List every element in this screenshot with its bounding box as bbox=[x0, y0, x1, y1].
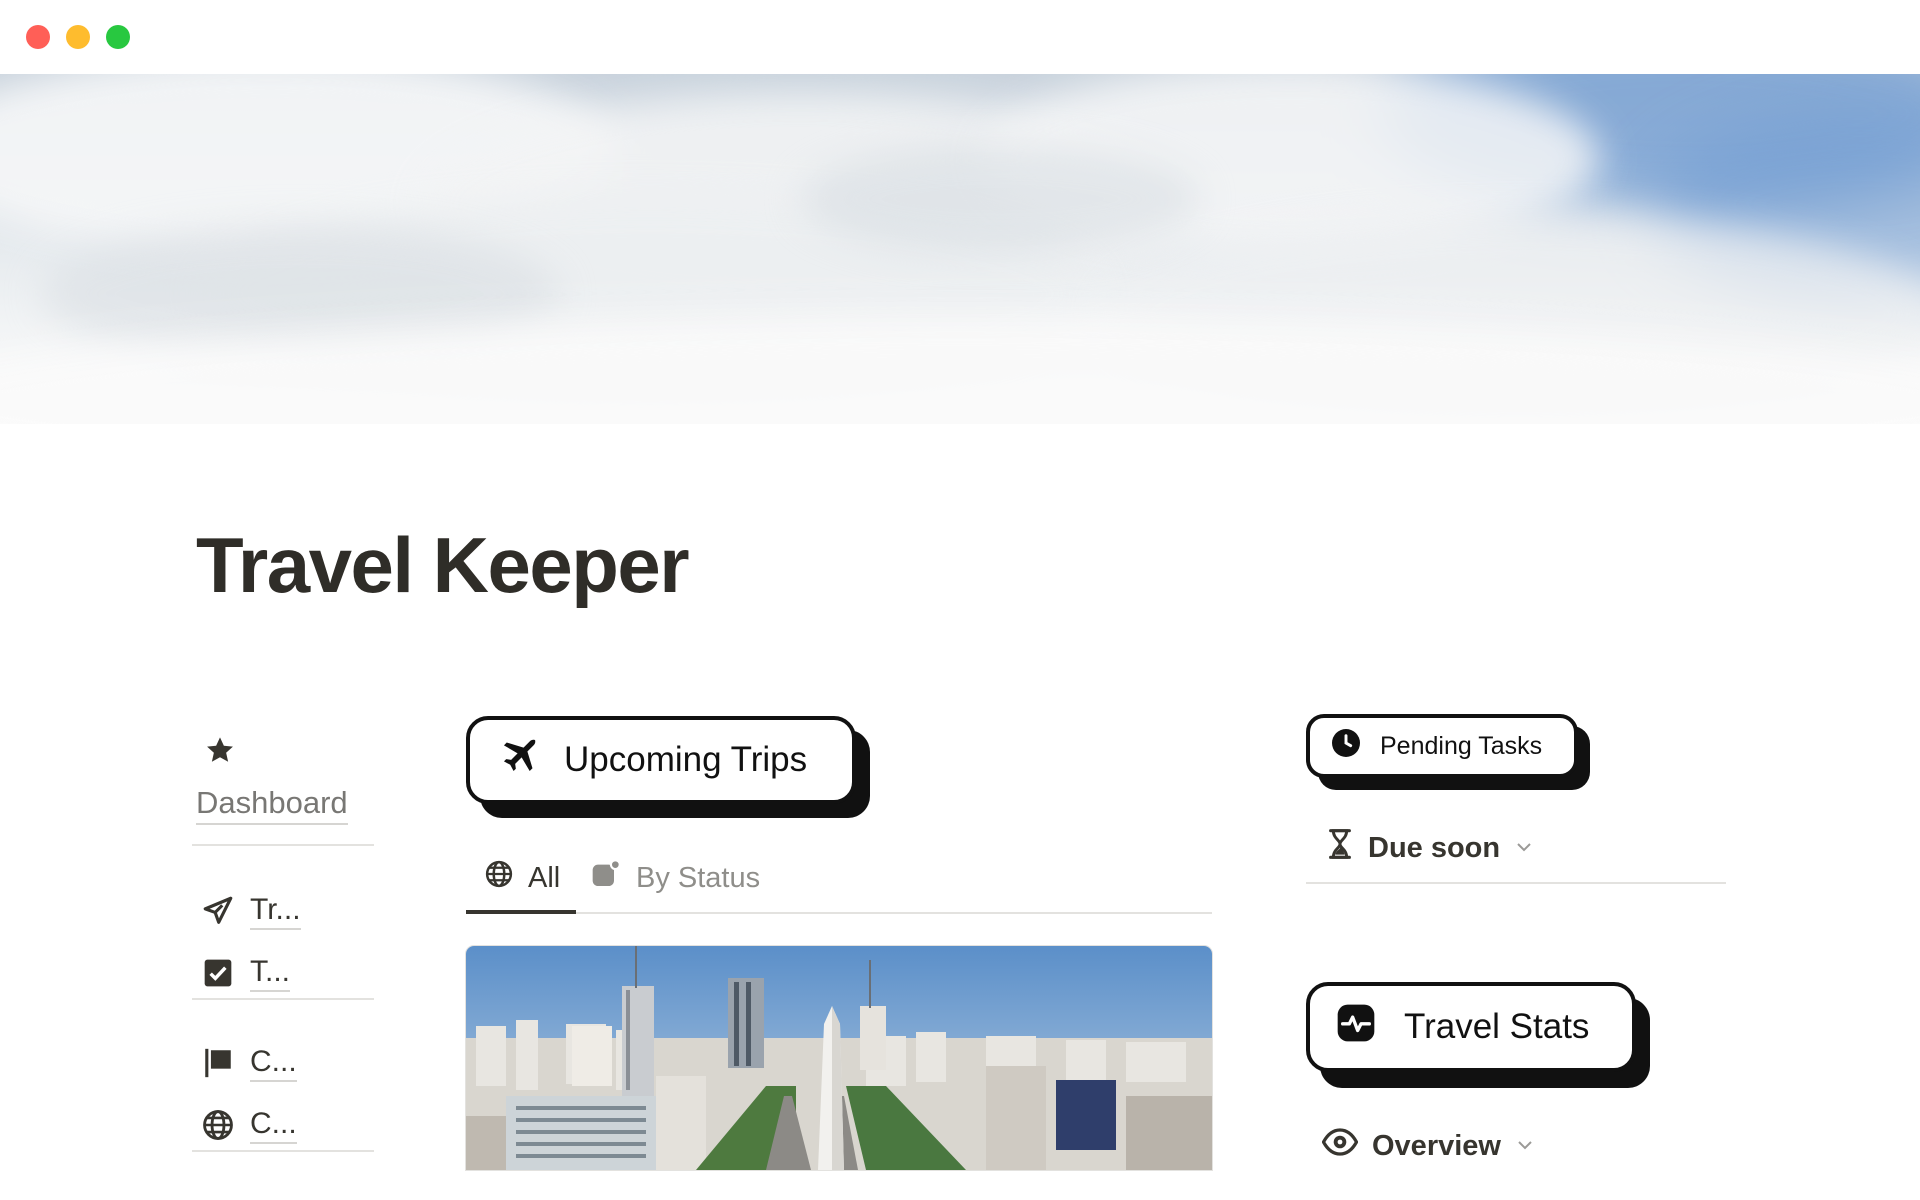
checkbox-icon bbox=[200, 955, 236, 991]
view-label: Overview bbox=[1372, 1129, 1501, 1162]
sidebar-item-c1[interactable]: C... bbox=[200, 1043, 297, 1083]
chevron-down-icon bbox=[1515, 1130, 1535, 1163]
airplane-icon bbox=[498, 735, 540, 786]
tab-by-status[interactable]: By Status bbox=[590, 842, 760, 914]
paper-plane-icon bbox=[200, 893, 236, 929]
pending-tasks-button[interactable]: Pending Tasks bbox=[1306, 714, 1578, 778]
travel-stats-button[interactable]: Travel Stats bbox=[1306, 982, 1636, 1072]
trip-card-image[interactable] bbox=[466, 946, 1212, 1170]
sidebar-item-label: T... bbox=[250, 954, 291, 992]
upcoming-trips-title: Upcoming Trips bbox=[564, 740, 808, 779]
tab-label: All bbox=[528, 861, 561, 894]
hourglass-icon bbox=[1326, 828, 1354, 868]
view-label: Due soon bbox=[1368, 831, 1501, 864]
cover-image bbox=[0, 74, 1920, 424]
upcoming-trips-button[interactable]: Upcoming Trips bbox=[466, 716, 856, 804]
tab-label: By Status bbox=[636, 861, 761, 894]
window-titlebar bbox=[0, 0, 1920, 74]
star-icon bbox=[204, 734, 236, 771]
flag-icon bbox=[200, 1045, 236, 1081]
sidebar-item-label: Tr... bbox=[250, 892, 301, 930]
status-icon bbox=[590, 858, 622, 898]
activity-icon bbox=[1336, 1003, 1376, 1052]
view-tabs: All By Status bbox=[466, 842, 1212, 914]
divider bbox=[1306, 882, 1726, 884]
globe-icon bbox=[484, 859, 514, 897]
page-title: Travel Keeper bbox=[196, 521, 690, 609]
eye-icon bbox=[1321, 1127, 1359, 1165]
travel-stats-title: Travel Stats bbox=[1404, 1007, 1590, 1046]
minimize-window-button[interactable] bbox=[66, 25, 90, 49]
sidebar-item-label: C... bbox=[250, 1106, 297, 1144]
travel-stats-header: Travel Stats bbox=[1306, 982, 1650, 1088]
sidebar-item-label: C... bbox=[250, 1044, 297, 1082]
divider bbox=[192, 844, 374, 846]
clock-icon bbox=[1330, 727, 1362, 766]
chevron-down-icon bbox=[1514, 832, 1534, 865]
dashboard-link[interactable]: Dashboard bbox=[196, 785, 348, 825]
zoom-window-button[interactable] bbox=[106, 25, 130, 49]
active-tab-indicator bbox=[466, 910, 576, 914]
pending-tasks-title: Pending Tasks bbox=[1380, 731, 1543, 760]
tab-all[interactable]: All bbox=[484, 842, 560, 914]
overview-view-select[interactable]: Overview bbox=[1321, 1127, 1535, 1165]
close-window-button[interactable] bbox=[26, 25, 50, 49]
sidebar-item-c2[interactable]: C... bbox=[200, 1105, 297, 1145]
globe-icon bbox=[200, 1107, 236, 1143]
divider bbox=[192, 1150, 374, 1152]
divider bbox=[192, 998, 374, 1000]
sidebar-item-tasks[interactable]: T... bbox=[200, 953, 291, 993]
sidebar-item-trips[interactable]: Tr... bbox=[200, 891, 301, 931]
upcoming-trips-header: Upcoming Trips bbox=[466, 716, 870, 818]
due-soon-view-select[interactable]: Due soon bbox=[1326, 828, 1534, 868]
pending-tasks-header: Pending Tasks bbox=[1306, 714, 1590, 790]
